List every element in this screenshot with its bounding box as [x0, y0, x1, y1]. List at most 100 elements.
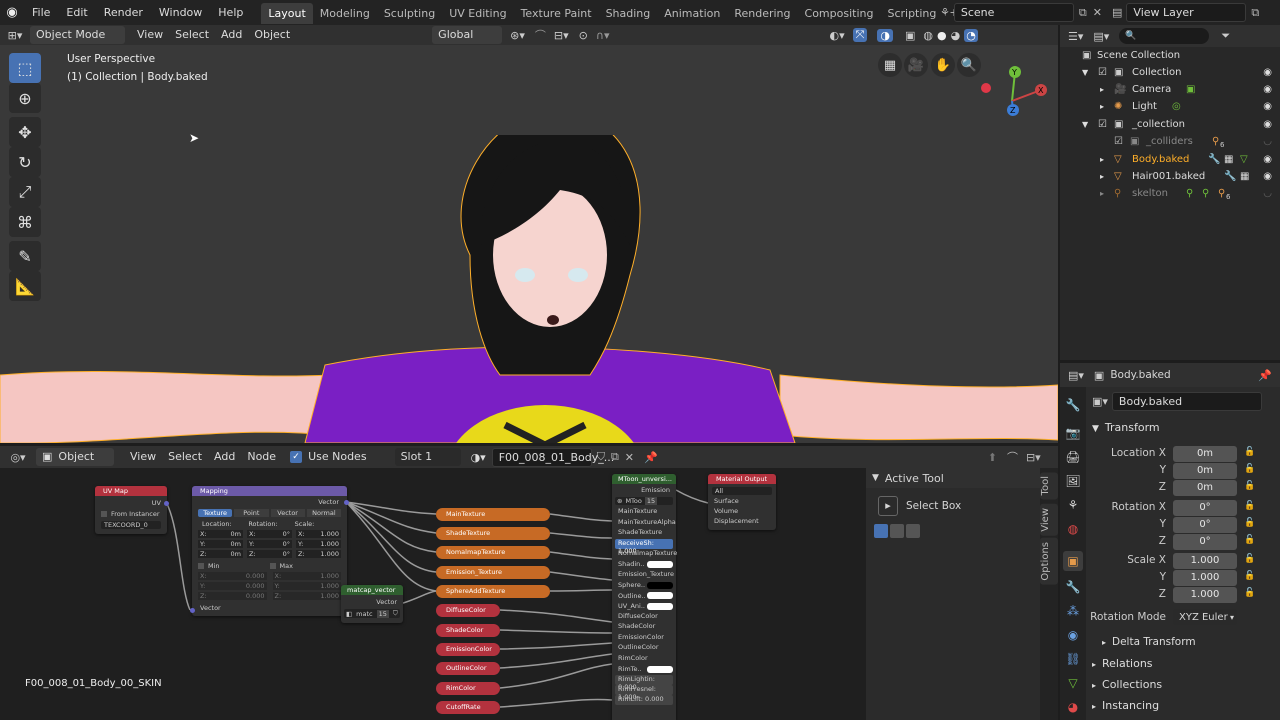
- tab-animation[interactable]: Animation: [657, 3, 727, 24]
- outliner-row-scene-collection[interactable]: ▣ Scene Collection: [1060, 47, 1280, 64]
- outliner-search-field[interactable]: 🔍: [1119, 28, 1210, 44]
- mtoon-input[interactable]: MainTexture: [612, 507, 676, 518]
- tab-tool[interactable]: Tool: [1040, 472, 1058, 500]
- outliner-type-icon[interactable]: ☰▾: [1068, 30, 1083, 43]
- lock-icon[interactable]: 🔓: [1244, 464, 1255, 474]
- scale-x-field[interactable]: 1.000: [1173, 553, 1237, 569]
- snap-node-icon[interactable]: ⌒: [1007, 449, 1018, 465]
- expand-icon[interactable]: ▸: [1100, 98, 1104, 115]
- loc-z-field[interactable]: Z: 0m: [198, 550, 243, 558]
- mtoon-input[interactable]: MainTextureAlpha: [612, 518, 676, 529]
- node-menu-node[interactable]: Node: [241, 448, 282, 466]
- blender-logo-icon[interactable]: ◉: [0, 5, 24, 20]
- normalmap-texture-node[interactable]: NomalmapTexture: [436, 546, 550, 559]
- expand-icon[interactable]: ▸: [1100, 151, 1104, 168]
- cursor-tool-icon[interactable]: ⊕: [9, 83, 41, 113]
- lock-icon[interactable]: 🔓: [1244, 588, 1255, 598]
- toggle-camera-icon[interactable]: ▦: [878, 53, 902, 77]
- mode-new-icon[interactable]: [874, 524, 888, 538]
- max-z-field[interactable]: Z: 1.000: [272, 592, 341, 600]
- mtoon-input[interactable]: EmissionColor: [612, 633, 676, 644]
- overlay-icon[interactable]: ◑: [877, 28, 894, 42]
- uvmap-output-socket[interactable]: [164, 501, 169, 506]
- sphere-add-texture-node[interactable]: SphereAddTexture: [436, 585, 550, 598]
- mtoon-input[interactable]: RimLift: 0.000: [615, 694, 673, 705]
- outliner-row-_collection[interactable]: ▼ ☑ ▣ _collection ◉: [1060, 116, 1280, 133]
- snap-node-target-icon[interactable]: ⊟▾: [1026, 451, 1041, 464]
- eye-icon[interactable]: ◡: [1263, 133, 1272, 150]
- mtoon-input[interactable]: RimFresnel: 1.000: [615, 684, 673, 701]
- mtoon-input[interactable]: ShadeColor: [612, 622, 676, 633]
- from-instancer-checkbox[interactable]: [101, 511, 107, 517]
- rotation-y-field[interactable]: 0°: [1173, 517, 1237, 533]
- mtoon-input[interactable]: OutlineColor: [612, 643, 676, 654]
- view-layer-tab-icon[interactable]: 🖼: [1063, 471, 1083, 491]
- outliner-row-skelton[interactable]: ▸ ⚲ skelton ⚲ ⚲ ⚲ 6 ◡: [1060, 185, 1280, 202]
- expand-icon[interactable]: ▼: [1082, 64, 1088, 81]
- mapping-type-texture[interactable]: Texture: [198, 509, 233, 517]
- collections-section[interactable]: ▸ Collections: [1092, 678, 1162, 691]
- eye-icon[interactable]: ◉: [1263, 81, 1272, 98]
- visibility-icon[interactable]: ◐▾: [829, 29, 844, 42]
- proportional-icon[interactable]: ⊙: [579, 29, 588, 42]
- rot-y-field[interactable]: Y: 0°: [247, 540, 292, 548]
- mtoon-input[interactable]: Outline..: [618, 592, 646, 600]
- eye-icon[interactable]: ◉: [1263, 168, 1272, 185]
- location-y-field[interactable]: 0m: [1173, 463, 1237, 479]
- tab-scripting[interactable]: Scripting: [880, 3, 943, 24]
- scale-x-field[interactable]: X: 1.000: [296, 530, 341, 538]
- mode-extend-icon[interactable]: [890, 524, 904, 538]
- menu-window[interactable]: Window: [151, 0, 210, 25]
- location-z-field[interactable]: 0m: [1173, 480, 1237, 496]
- shading-rendered-icon[interactable]: ◔: [964, 28, 978, 42]
- fake-user-icon[interactable]: ⛉: [597, 450, 605, 464]
- new-scene-icon[interactable]: ⧉: [1079, 6, 1087, 20]
- outline-color-node[interactable]: OutlineColor: [436, 662, 500, 675]
- color-swatch-white[interactable]: [647, 665, 673, 673]
- gizmo-icon[interactable]: ⤧: [852, 28, 868, 42]
- parent-node-tree-icon[interactable]: ⬆: [988, 451, 997, 464]
- rotation-x-field[interactable]: 0°: [1173, 500, 1237, 516]
- checkbox-icon[interactable]: ☑: [1098, 116, 1107, 133]
- mtoon-group-field[interactable]: MToo: [625, 497, 641, 505]
- mapping-input-socket[interactable]: [190, 608, 195, 613]
- expand-icon[interactable]: ▸: [1100, 185, 1104, 202]
- lock-icon[interactable]: 🔓: [1244, 535, 1255, 545]
- snap-icon[interactable]: ⌒: [535, 27, 546, 43]
- snap-target-icon[interactable]: ⊟▾: [554, 29, 569, 42]
- node-menu-select[interactable]: Select: [162, 448, 208, 466]
- mtoon-input[interactable]: NomalmapTexture: [612, 549, 677, 560]
- delta-transform-section[interactable]: ▸ Delta Transform: [1102, 636, 1196, 648]
- tab-shading[interactable]: Shading: [599, 3, 658, 24]
- eye-icon[interactable]: ◉: [1263, 64, 1272, 81]
- lock-icon[interactable]: 🔓: [1244, 518, 1255, 528]
- rim-color-node[interactable]: RimColor: [436, 682, 500, 695]
- instancing-section[interactable]: ▸ Instancing: [1092, 699, 1159, 712]
- tab-layout[interactable]: Layout: [261, 3, 313, 24]
- outliner-row-camera[interactable]: ▸ 🎥 Camera ▣ ◉: [1060, 81, 1280, 98]
- uv-name-field[interactable]: TEXCOORD_0: [104, 521, 148, 529]
- uvmap-node[interactable]: UV Map UV From Instancer TEXCOORD_0: [95, 486, 169, 534]
- mtoon-input[interactable]: ShadeTexture: [612, 528, 676, 539]
- tab-sculpting[interactable]: Sculpting: [377, 3, 442, 24]
- mode-dropdown[interactable]: Object Mode: [30, 26, 125, 44]
- mapping-node[interactable]: Mapping Vector Texture Point Vector Norm…: [190, 486, 349, 616]
- mtoon-group-node[interactable]: MToon_unversi... Emission ⊛ MToo 15 Main…: [612, 474, 677, 720]
- mesh-data-icon[interactable]: ▽: [1240, 151, 1248, 168]
- menu-view[interactable]: View: [131, 26, 169, 44]
- rot-z-field[interactable]: Z: 0°: [247, 550, 292, 558]
- menu-object[interactable]: Object: [248, 26, 296, 44]
- menu-help[interactable]: Help: [210, 0, 251, 25]
- menu-edit[interactable]: Edit: [58, 0, 95, 25]
- mtoon-input[interactable]: Sphere..: [618, 581, 645, 589]
- color-swatch-white[interactable]: [647, 592, 673, 600]
- object-tab-icon[interactable]: ▣: [1063, 551, 1083, 571]
- data-tab-icon[interactable]: ▽: [1063, 673, 1083, 693]
- menu-render[interactable]: Render: [96, 0, 151, 25]
- color-swatch-white[interactable]: [647, 602, 673, 610]
- particles-tab-icon[interactable]: ⁂: [1063, 601, 1083, 621]
- pin-icon[interactable]: 📌: [644, 451, 658, 464]
- world-tab-icon[interactable]: ◍: [1063, 519, 1083, 539]
- menu-add[interactable]: Add: [215, 26, 248, 44]
- loc-y-field[interactable]: Y: 0m: [198, 540, 243, 548]
